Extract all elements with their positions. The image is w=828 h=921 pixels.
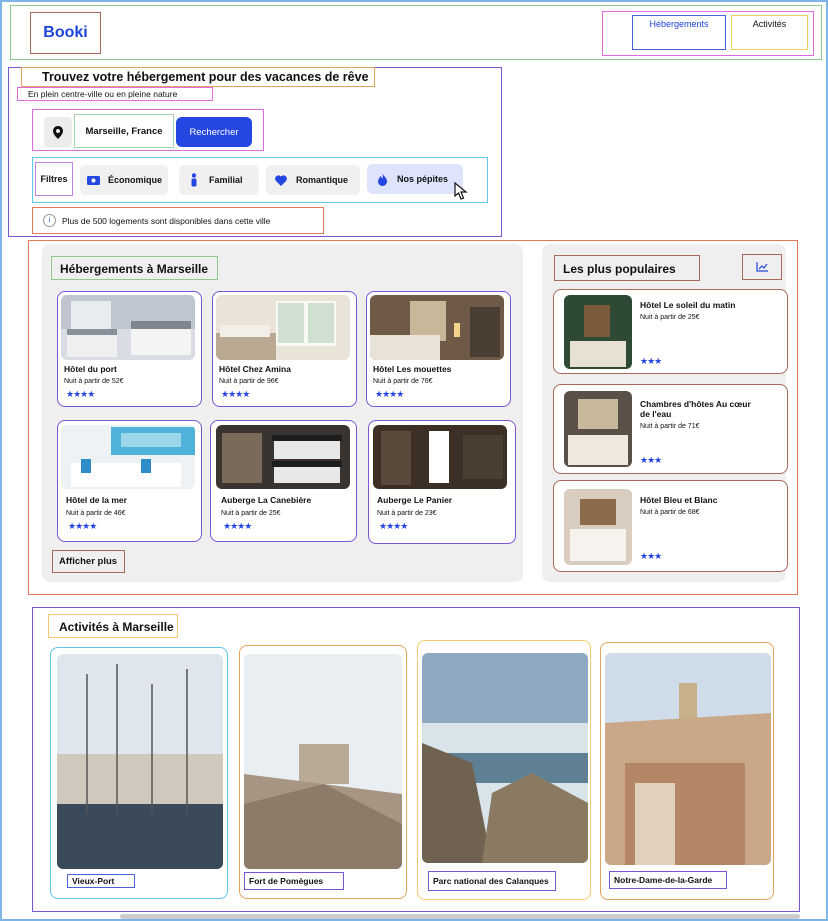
hotel-price: Nuit à partir de 52€ bbox=[64, 378, 124, 385]
activity-name: Vieux-Port bbox=[67, 874, 135, 888]
filters-label: Filtres bbox=[35, 162, 73, 196]
filter-economique[interactable]: Économique bbox=[80, 165, 168, 195]
hotel-price: Nuit à partir de 68€ bbox=[640, 509, 700, 516]
show-more-button[interactable]: Afficher plus bbox=[52, 550, 125, 573]
rating-stars: ★★★★ bbox=[221, 389, 250, 399]
hotel-photo bbox=[373, 425, 507, 489]
info-text: Plus de 500 logements sont disponibles d… bbox=[62, 215, 271, 226]
hotel-card[interactable]: Auberge La Canebière Nuit à partir de 25… bbox=[210, 420, 357, 542]
rating-stars: ★★★★ bbox=[66, 389, 95, 399]
rating-stars: ★★★ bbox=[640, 551, 662, 561]
horizontal-scrollbar[interactable] bbox=[120, 914, 800, 919]
activity-photo bbox=[605, 653, 771, 865]
hotel-photo bbox=[216, 425, 350, 489]
hotel-price: Nuit à partir de 46€ bbox=[66, 510, 126, 517]
location-input[interactable]: Marseille, France bbox=[74, 114, 174, 148]
hotel-card[interactable]: Hôtel de la mer Nuit à partir de 46€ ★★★… bbox=[57, 420, 202, 542]
filter-familial[interactable]: Familial bbox=[179, 165, 259, 195]
hotel-name: Hôtel Le soleil du matin bbox=[640, 300, 736, 310]
activity-card[interactable]: Notre-Dame-de-la-Garde bbox=[600, 642, 774, 900]
hotel-name: Hôtel du port bbox=[64, 364, 117, 374]
activity-name: Fort de Pomègues bbox=[244, 872, 344, 890]
hotel-price: Nuit à partir de 25€ bbox=[221, 510, 281, 517]
hotel-name: Auberge Le Panier bbox=[377, 495, 453, 505]
rating-stars: ★★★★ bbox=[68, 521, 97, 531]
hotel-card[interactable]: Auberge Le Panier Nuit à partir de 23€ ★… bbox=[368, 420, 516, 544]
hotel-card[interactable]: Hôtel Chez Amina Nuit à partir de 96€ ★★… bbox=[212, 291, 357, 407]
activity-card[interactable]: Parc national des Calanques bbox=[417, 640, 591, 900]
location-pin-icon bbox=[44, 117, 72, 147]
filter-nos-pepites[interactable]: Nos pépites bbox=[367, 164, 463, 194]
hotel-name: Hôtel Chez Amina bbox=[219, 364, 291, 374]
rating-stars: ★★★★ bbox=[223, 521, 252, 531]
money-icon bbox=[86, 171, 102, 189]
popular-card[interactable]: Hôtel Bleu et Blanc Nuit à partir de 68€… bbox=[553, 480, 788, 572]
filter-label: Familial bbox=[209, 175, 243, 185]
rating-stars: ★★★ bbox=[640, 356, 662, 366]
hotel-price: Nuit à partir de 23€ bbox=[377, 510, 437, 517]
fire-icon bbox=[373, 170, 391, 188]
activity-photo bbox=[57, 654, 223, 869]
hotel-name: Hôtel Bleu et Blanc bbox=[640, 495, 718, 505]
activity-name: Parc national des Calanques bbox=[428, 871, 556, 891]
filter-label: Économique bbox=[107, 175, 162, 185]
hotel-photo bbox=[370, 295, 504, 360]
hotel-name: Hôtel Les mouettes bbox=[373, 364, 452, 374]
hotel-photo bbox=[564, 295, 632, 369]
hotel-name: Chambres d'hôtes Au cœur de l'eau bbox=[640, 399, 751, 419]
popular-card[interactable]: Chambres d'hôtes Au cœur de l'eau Nuit à… bbox=[553, 384, 788, 474]
hotel-price: Nuit à partir de 76€ bbox=[373, 378, 433, 385]
hotel-price: Nuit à partir de 96€ bbox=[219, 378, 279, 385]
nav-link-activites[interactable]: Activités bbox=[731, 15, 808, 50]
filter-label: Romantique bbox=[296, 175, 349, 185]
filter-romantique[interactable]: Romantique bbox=[266, 165, 360, 195]
activity-card[interactable]: Vieux-Port bbox=[50, 647, 228, 899]
activity-name: Notre-Dame-de-la-Garde bbox=[609, 871, 727, 889]
activity-photo bbox=[244, 654, 402, 869]
rating-stars: ★★★ bbox=[640, 455, 662, 465]
family-icon bbox=[185, 171, 203, 189]
accommodations-title: Hébergements à Marseille bbox=[51, 256, 218, 280]
activities-title: Activités à Marseille bbox=[48, 614, 178, 638]
hotel-price: Nuit à partir de 25€ bbox=[640, 314, 700, 321]
page-title: Trouvez votre hébergement pour des vacan… bbox=[21, 67, 375, 87]
activity-photo bbox=[422, 653, 588, 863]
filter-label: Nos pépites bbox=[397, 174, 449, 184]
logo[interactable]: Booki bbox=[30, 12, 101, 54]
trend-chart-icon[interactable] bbox=[742, 254, 782, 280]
hotel-photo bbox=[61, 425, 195, 489]
hotel-photo bbox=[216, 295, 350, 360]
hotel-card[interactable]: Hôtel Les mouettes Nuit à partir de 76€ … bbox=[366, 291, 511, 407]
hotel-name: Auberge La Canebière bbox=[221, 495, 312, 505]
hotel-photo bbox=[61, 295, 195, 360]
hotel-name: Hôtel de la mer bbox=[66, 495, 127, 505]
rating-stars: ★★★★ bbox=[379, 521, 408, 531]
rating-stars: ★★★★ bbox=[375, 389, 404, 399]
hotel-photo bbox=[564, 391, 632, 467]
info-banner: i Plus de 500 logements sont disponibles… bbox=[32, 207, 324, 234]
page-subtitle: En plein centre-ville ou en pleine natur… bbox=[17, 87, 213, 101]
popular-card[interactable]: Hôtel Le soleil du matin Nuit à partir d… bbox=[553, 289, 788, 374]
hotel-photo bbox=[564, 489, 632, 565]
info-icon: i bbox=[43, 214, 56, 227]
popular-title: Les plus populaires bbox=[554, 255, 700, 281]
hotel-price: Nuit à partir de 71€ bbox=[640, 423, 700, 430]
nav-link-hebergements[interactable]: Hébergements bbox=[632, 15, 726, 50]
cursor-icon bbox=[454, 182, 470, 200]
search-button[interactable]: Rechercher bbox=[176, 117, 252, 147]
activity-card[interactable]: Fort de Pomègues bbox=[239, 645, 407, 899]
hotel-card[interactable]: Hôtel du port Nuit à partir de 52€ ★★★★ bbox=[57, 291, 202, 407]
heart-icon bbox=[272, 171, 290, 189]
